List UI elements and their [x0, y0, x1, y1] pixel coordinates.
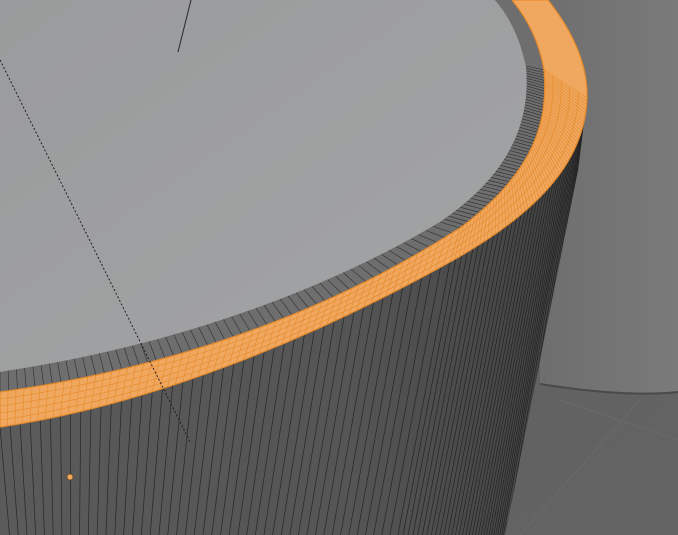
3d-viewport[interactable] — [0, 0, 678, 535]
object-origin-point[interactable] — [66, 473, 74, 481]
